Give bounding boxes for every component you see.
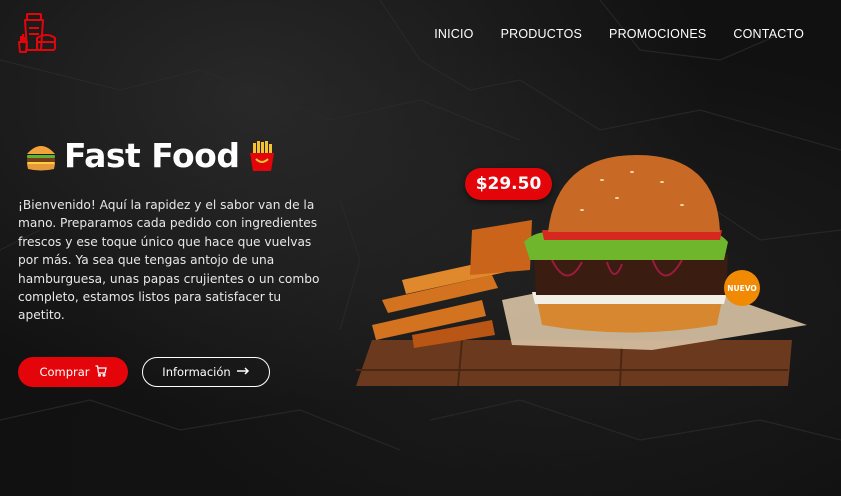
fast-food-logo-icon[interactable] xyxy=(17,12,59,54)
info-button-label: Información xyxy=(162,365,231,379)
hero-description: ¡Bienvenido! Aquí la rapidez y el sabor … xyxy=(18,198,320,323)
nav-item-contacto[interactable]: CONTACTO xyxy=(733,27,804,41)
hero-heading: Fast Food xyxy=(24,136,279,175)
nav-item-productos[interactable]: PRODUCTOS xyxy=(501,27,582,41)
price-tag: $29.50 xyxy=(465,168,552,200)
nav-item-inicio[interactable]: INICIO xyxy=(434,27,473,41)
nav-item-promociones[interactable]: PROMOCIONES xyxy=(609,27,706,41)
new-badge: NUEVO xyxy=(724,270,760,306)
header: INICIO PRODUCTOS PROMOCIONES CONTACTO xyxy=(0,0,841,70)
arrow-right-icon xyxy=(236,365,250,379)
main-nav: INICIO PRODUCTOS PROMOCIONES CONTACTO xyxy=(434,27,804,41)
page-title: Fast Food xyxy=(64,136,240,175)
hamburger-icon xyxy=(24,139,58,173)
fries-icon xyxy=(245,139,279,173)
info-button[interactable]: Información xyxy=(142,357,270,387)
buy-button-label: Comprar xyxy=(39,365,90,379)
shopping-cart-icon xyxy=(95,364,107,380)
buy-button[interactable]: Comprar xyxy=(18,357,128,387)
